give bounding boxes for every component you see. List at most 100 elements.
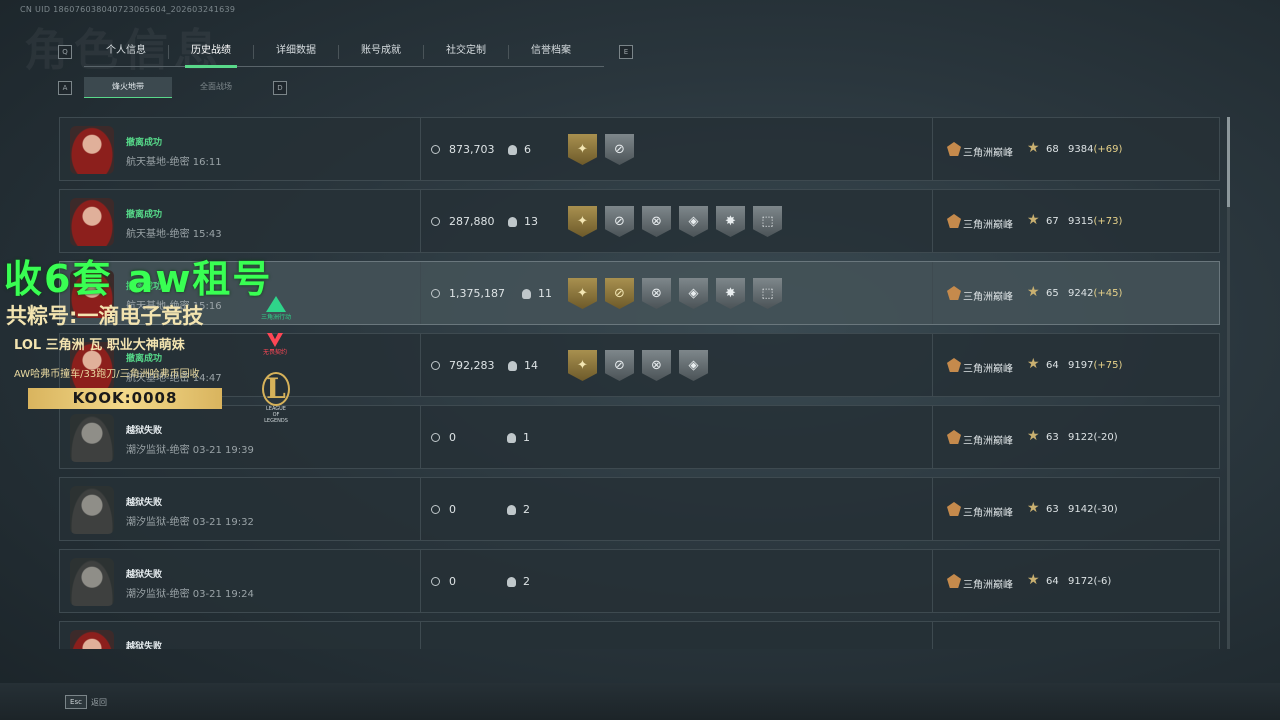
operator-avatar xyxy=(70,630,114,649)
score-value: 9172 xyxy=(1068,576,1094,587)
prev-tab-key-hint: Q xyxy=(58,45,72,59)
operator-avatar xyxy=(70,198,114,246)
skull-icon xyxy=(507,577,516,587)
tab-2[interactable]: 详细数据 xyxy=(254,38,338,66)
rank-emblem-icon xyxy=(947,430,961,444)
ad-services-line: AW哈弗币撞车/33跑刀/三角洲哈弗币回收 xyxy=(14,369,200,380)
subtab-0[interactable]: 烽火地带 xyxy=(84,77,172,98)
medal-badge-icon[interactable]: ⬚ xyxy=(753,278,782,309)
star-icon: ★ xyxy=(1027,500,1040,516)
next-subtab-key-hint: D xyxy=(273,81,287,95)
operator-avatar xyxy=(70,558,114,606)
medal-badge-icon[interactable]: ◈ xyxy=(679,278,708,309)
star-icon: ★ xyxy=(1027,284,1040,300)
loot-value: 873,703 xyxy=(449,143,495,156)
rank-emblem-icon xyxy=(947,286,961,300)
tab-5[interactable]: 信誉档案 xyxy=(509,38,593,66)
tab-1[interactable]: 历史战绩 xyxy=(169,38,253,68)
rank-score: 9197(+75) xyxy=(1068,360,1122,371)
match-row[interactable]: 撤离成功 航天基地-绝密 16:11 873,703 6 ✦ ⊘ 三角洲巅峰 ★ 68 9384(… xyxy=(59,117,1220,181)
tab-3[interactable]: 账号成就 xyxy=(339,38,423,66)
rank-name: 三角洲巅峰 xyxy=(963,292,1013,303)
ad-games-line: LOL 三角洲 瓦 职业大神萌妹 xyxy=(14,338,185,353)
row-divider xyxy=(420,622,421,649)
medal-badge-icon[interactable]: ⊗ xyxy=(642,350,671,381)
medal-badge-icon[interactable]: ✦ xyxy=(568,206,597,237)
match-row[interactable]: 越狱失败 潮汐监狱-绝密 03-21 19:32 0 2 三角洲巅峰 ★ 63 9142(-3… xyxy=(59,477,1220,541)
star-icon: ★ xyxy=(1027,572,1040,588)
medal-badge-icon[interactable]: ⊗ xyxy=(642,278,671,309)
row-divider xyxy=(932,622,933,649)
star-icon: ★ xyxy=(1027,428,1040,444)
skull-icon xyxy=(508,361,517,371)
skull-icon xyxy=(508,217,517,227)
esc-key-hint[interactable]: Esc xyxy=(65,695,87,709)
rank-score: 9242(+45) xyxy=(1068,288,1122,299)
ad-kook-id: KOOK:0008 xyxy=(28,388,222,409)
coin-icon xyxy=(431,577,440,586)
row-divider xyxy=(420,550,421,612)
rank-level: 63 xyxy=(1046,432,1059,443)
back-button[interactable]: 返回 xyxy=(91,697,107,708)
score-value: 9384 xyxy=(1068,144,1094,155)
mode-subtabs: 烽火地带 全面战场 xyxy=(84,77,260,98)
skull-icon xyxy=(507,505,516,515)
next-tab-key-hint: E xyxy=(619,45,633,59)
stream-ad-overlay: 收6套 aw租号 共粽号:一滴电子竞技 LOL 三角洲 瓦 职业大神萌妹 AW哈… xyxy=(0,248,300,418)
match-result: 越狱失败 xyxy=(126,426,163,436)
match-row[interactable]: 越狱失败 潮汐监狱-绝密 03-21 19:24 0 2 三角洲巅峰 ★ 64 9172(-6… xyxy=(59,549,1220,613)
tab-4[interactable]: 社交定制 xyxy=(424,38,508,66)
coin-icon xyxy=(431,505,440,514)
medal-badge-icon[interactable]: ◈ xyxy=(679,350,708,381)
map-and-time: 航天基地-绝密 16:11 xyxy=(126,157,222,168)
row-divider xyxy=(420,334,421,396)
footer-bar xyxy=(0,683,1280,720)
rank-emblem-icon xyxy=(947,358,961,372)
medal-badge-icon[interactable]: ⊗ xyxy=(642,206,671,237)
list-scrollbar[interactable] xyxy=(1227,117,1230,649)
row-divider xyxy=(932,550,933,612)
medal-badge-icon[interactable]: ✦ xyxy=(568,350,597,381)
skull-icon xyxy=(507,433,516,443)
ad-account-line: 共粽号:一滴电子竞技 xyxy=(6,304,204,328)
tab-0[interactable]: 个人信息 xyxy=(84,38,168,66)
score-delta: (-6) xyxy=(1093,576,1112,587)
match-result: 越狱失败 xyxy=(126,498,163,508)
score-value: 9197 xyxy=(1068,360,1094,371)
coin-icon xyxy=(431,361,440,370)
medal-badge-icon[interactable]: ◈ xyxy=(679,206,708,237)
medal-badge-icon[interactable]: ⊘ xyxy=(605,134,634,165)
row-divider xyxy=(932,262,933,324)
rank-emblem-icon xyxy=(947,574,961,588)
coin-icon xyxy=(431,289,440,298)
map-and-time: 航天基地-绝密 15:43 xyxy=(126,229,222,240)
map-and-time: 潮汐监狱-绝密 03-21 19:39 xyxy=(126,445,254,456)
medal-badge-icon[interactable]: ⬚ xyxy=(753,206,782,237)
medal-badges: ✦ ⊘ xyxy=(568,134,634,165)
row-divider xyxy=(932,190,933,252)
kill-count: 2 xyxy=(523,503,530,516)
delta-force-logo-icon: 三角洲行动 xyxy=(256,296,296,328)
subtab-1[interactable]: 全面战场 xyxy=(172,77,260,97)
score-delta: (-20) xyxy=(1093,432,1118,443)
kill-count: 2 xyxy=(523,575,530,588)
medal-badges: ✦ ⊘ ⊗ ◈ xyxy=(568,350,708,381)
medal-badge-icon[interactable]: ✦ xyxy=(568,134,597,165)
coin-icon xyxy=(431,433,440,442)
medal-badge-icon[interactable]: ✦ xyxy=(568,278,597,309)
match-result: 撤离成功 xyxy=(126,138,163,148)
medal-badge-icon[interactable]: ⊘ xyxy=(605,350,634,381)
rank-level: 65 xyxy=(1046,288,1059,299)
medal-badge-icon[interactable]: ✸ xyxy=(716,278,745,309)
rank-score: 9172(-6) xyxy=(1068,576,1111,587)
score-delta: (+75) xyxy=(1093,360,1123,371)
rank-score: 9142(-30) xyxy=(1068,504,1118,515)
kill-count: 13 xyxy=(524,215,538,228)
scrollbar-thumb[interactable] xyxy=(1227,117,1230,207)
match-row[interactable]: 撤离成功 航天基地-绝密 15:43 287,880 13 ✦ ⊘ ⊗ ◈ ✸ ⬚ 三角洲巅峰 ★ 67… xyxy=(59,189,1220,253)
operator-avatar xyxy=(70,486,114,534)
medal-badge-icon[interactable]: ✸ xyxy=(716,206,745,237)
match-row[interactable]: 越狱失败 xyxy=(59,621,1220,649)
medal-badge-icon[interactable]: ⊘ xyxy=(605,206,634,237)
medal-badge-icon[interactable]: ⊘ xyxy=(605,278,634,309)
